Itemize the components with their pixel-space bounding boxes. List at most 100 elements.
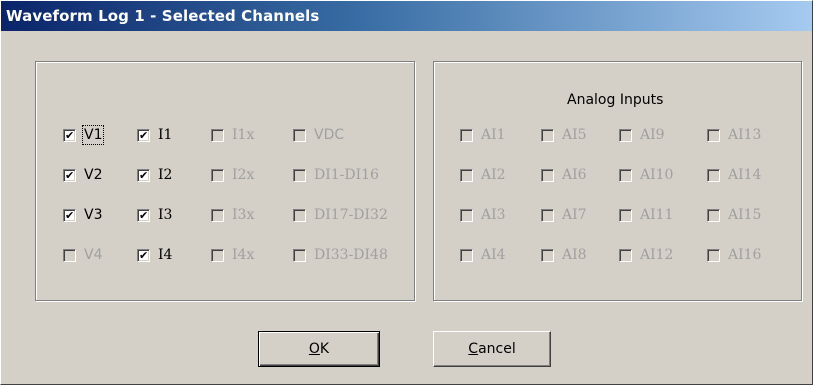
checkbox-ai3[interactable]: ✔ AI3 [460,206,506,224]
checkbox-v4[interactable]: ✔ V4 [63,246,102,264]
checkbox-v1[interactable]: ✔ V1 [63,125,105,145]
checkbox-box[interactable]: ✔ [211,208,224,222]
checkbox-box[interactable]: ✔ [293,208,306,222]
checkbox-box[interactable]: ✔ [619,208,632,222]
checkbox-ai14[interactable]: ✔ AI14 [707,166,761,184]
checkbox-i2[interactable]: ✔ I2 [137,166,172,184]
ok-mnemonic: O [308,341,320,357]
checkbox-ai12[interactable]: ✔ AI12 [619,246,673,264]
checkbox-box[interactable]: ✔ [541,208,554,222]
ok-button[interactable]: OK [258,331,380,367]
checkbox-di17-di32[interactable]: ✔ DI17-DI32 [293,206,388,224]
checkbox-label: DI17-DI32 [314,207,388,223]
checkmark-icon: ✔ [65,168,75,182]
checkbox-box[interactable]: ✔ [541,128,554,142]
checkbox-i3x[interactable]: ✔ I3x [211,206,254,224]
checkbox-box[interactable]: ✔ [293,248,306,262]
checkbox-box[interactable]: ✔ [619,168,632,182]
checkbox-i3[interactable]: ✔ I3 [137,206,172,224]
checkmark-icon: ✔ [139,128,149,142]
checkbox-label: AI6 [562,167,587,183]
checkbox-label: I4x [232,247,255,263]
checkbox-ai11[interactable]: ✔ AI11 [619,206,673,224]
checkbox-label: I2x [232,167,255,183]
checkbox-box[interactable]: ✔ [63,208,76,222]
checkbox-label: I2 [158,167,173,183]
checkbox-label: AI16 [728,247,762,263]
checkbox-box[interactable]: ✔ [137,168,150,182]
checkbox-box[interactable]: ✔ [137,208,150,222]
checkbox-label: AI1 [481,127,506,143]
cancel-mnemonic: C [468,341,479,357]
checkbox-ai1[interactable]: ✔ AI1 [460,126,506,144]
checkbox-ai6[interactable]: ✔ AI6 [541,166,587,184]
checkbox-ai15[interactable]: ✔ AI15 [707,206,761,224]
checkbox-ai5[interactable]: ✔ AI5 [541,126,587,144]
checkbox-label: AI5 [562,127,587,143]
checkbox-box[interactable]: ✔ [707,128,720,142]
checkbox-label: AI12 [640,247,674,263]
checkbox-i2x[interactable]: ✔ I2x [211,166,254,184]
checkbox-vdc[interactable]: ✔ VDC [293,126,344,144]
checkbox-box[interactable]: ✔ [137,128,150,142]
checkbox-ai8[interactable]: ✔ AI8 [541,246,587,264]
checkbox-label: VDC [314,127,345,143]
cancel-label-rest: ancel [478,341,516,357]
checkbox-label: AI2 [481,167,506,183]
checkbox-label: AI4 [481,247,506,263]
checkbox-ai4[interactable]: ✔ AI4 [460,246,506,264]
checkbox-label: I4 [158,247,173,263]
checkbox-box[interactable]: ✔ [460,128,473,142]
checkmark-icon: ✔ [139,248,149,262]
checkbox-box[interactable]: ✔ [63,248,76,262]
checkmark-icon: ✔ [139,168,149,182]
checkbox-label: AI15 [728,207,762,223]
checkbox-box[interactable]: ✔ [619,248,632,262]
checkbox-box[interactable]: ✔ [211,168,224,182]
checkbox-label: AI10 [640,167,674,183]
checkbox-label: V3 [84,207,103,223]
checkmark-icon: ✔ [139,208,149,222]
checkbox-label: I3 [158,207,173,223]
checkbox-box[interactable]: ✔ [541,168,554,182]
checkbox-box[interactable]: ✔ [541,248,554,262]
checkbox-i1[interactable]: ✔ I1 [137,126,172,144]
checkbox-ai13[interactable]: ✔ AI13 [707,126,761,144]
checkbox-di1-di16[interactable]: ✔ DI1-DI16 [293,166,379,184]
checkbox-i4x[interactable]: ✔ I4x [211,246,254,264]
checkbox-v2[interactable]: ✔ V2 [63,166,102,184]
checkbox-box[interactable]: ✔ [460,208,473,222]
cancel-button[interactable]: Cancel [433,331,551,367]
title-bar[interactable]: Waveform Log 1 - Selected Channels [1,1,812,31]
checkbox-label: AI9 [640,127,665,143]
checkbox-box[interactable]: ✔ [137,248,150,262]
checkbox-box[interactable]: ✔ [707,208,720,222]
checkbox-v3[interactable]: ✔ V3 [63,206,102,224]
checkbox-label: V4 [84,247,103,263]
checkbox-box[interactable]: ✔ [63,168,76,182]
checkbox-i4[interactable]: ✔ I4 [137,246,172,264]
checkbox-ai7[interactable]: ✔ AI7 [541,206,587,224]
checkbox-box[interactable]: ✔ [63,128,76,142]
checkbox-box[interactable]: ✔ [619,128,632,142]
window-title: Waveform Log 1 - Selected Channels [6,7,320,25]
checkbox-box[interactable]: ✔ [293,168,306,182]
checkbox-ai2[interactable]: ✔ AI2 [460,166,506,184]
checkbox-ai10[interactable]: ✔ AI10 [619,166,673,184]
checkbox-ai9[interactable]: ✔ AI9 [619,126,665,144]
checkbox-i1x[interactable]: ✔ I1x [211,126,254,144]
checkbox-label: AI14 [728,167,762,183]
checkbox-di33-di48[interactable]: ✔ DI33-DI48 [293,246,388,264]
checkbox-box[interactable]: ✔ [293,128,306,142]
checkbox-box[interactable]: ✔ [707,168,720,182]
checkbox-label: I1 [158,127,173,143]
checkbox-box[interactable]: ✔ [211,248,224,262]
checkbox-box[interactable]: ✔ [460,248,473,262]
checkbox-box[interactable]: ✔ [460,168,473,182]
checkbox-label: I3x [232,207,255,223]
checkbox-ai16[interactable]: ✔ AI16 [707,246,761,264]
checkbox-box[interactable]: ✔ [707,248,720,262]
checkbox-box[interactable]: ✔ [211,128,224,142]
checkmark-icon: ✔ [65,128,75,142]
checkbox-label: DI33-DI48 [314,247,388,263]
